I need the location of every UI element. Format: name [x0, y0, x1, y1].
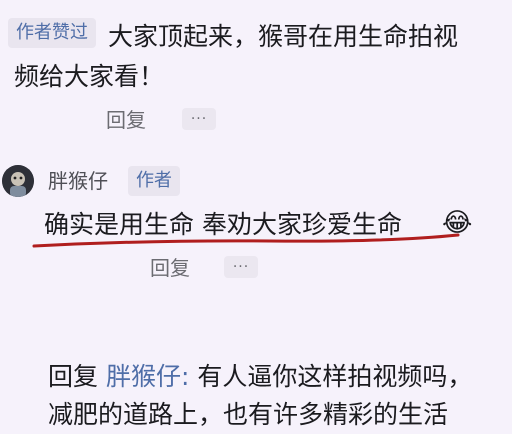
reply-button[interactable]: 回复	[106, 106, 146, 134]
avatar[interactable]	[2, 165, 34, 197]
reply-text: 有人逼你这样拍视频吗，	[197, 362, 473, 391]
reply-comment-line-1: 回复 胖猴仔: 有人逼你这样拍视频吗，	[48, 358, 472, 396]
author-badge: 作者	[128, 166, 180, 196]
avatar-image-icon	[2, 165, 34, 197]
reply-prefix: 回复	[48, 362, 99, 391]
mention-username[interactable]: 胖猴仔	[106, 362, 181, 391]
reply-comment-line-2: 减肥的道路上，也有许多精彩的生活	[48, 400, 449, 429]
comment-text-line-2: 频给大家看！	[14, 62, 165, 91]
mention-colon: :	[180, 362, 190, 391]
more-options-button[interactable]: ···	[182, 108, 216, 130]
reply-button[interactable]: 回复	[150, 254, 190, 282]
comment-text-line-1: 大家顶起来，猴哥在用生命拍视	[108, 22, 459, 51]
author-liked-badge: 作者赞过	[8, 18, 96, 48]
username[interactable]: 胖猴仔	[48, 166, 108, 196]
red-underline-annotation	[32, 233, 460, 248]
more-options-button[interactable]: ···	[224, 256, 258, 278]
